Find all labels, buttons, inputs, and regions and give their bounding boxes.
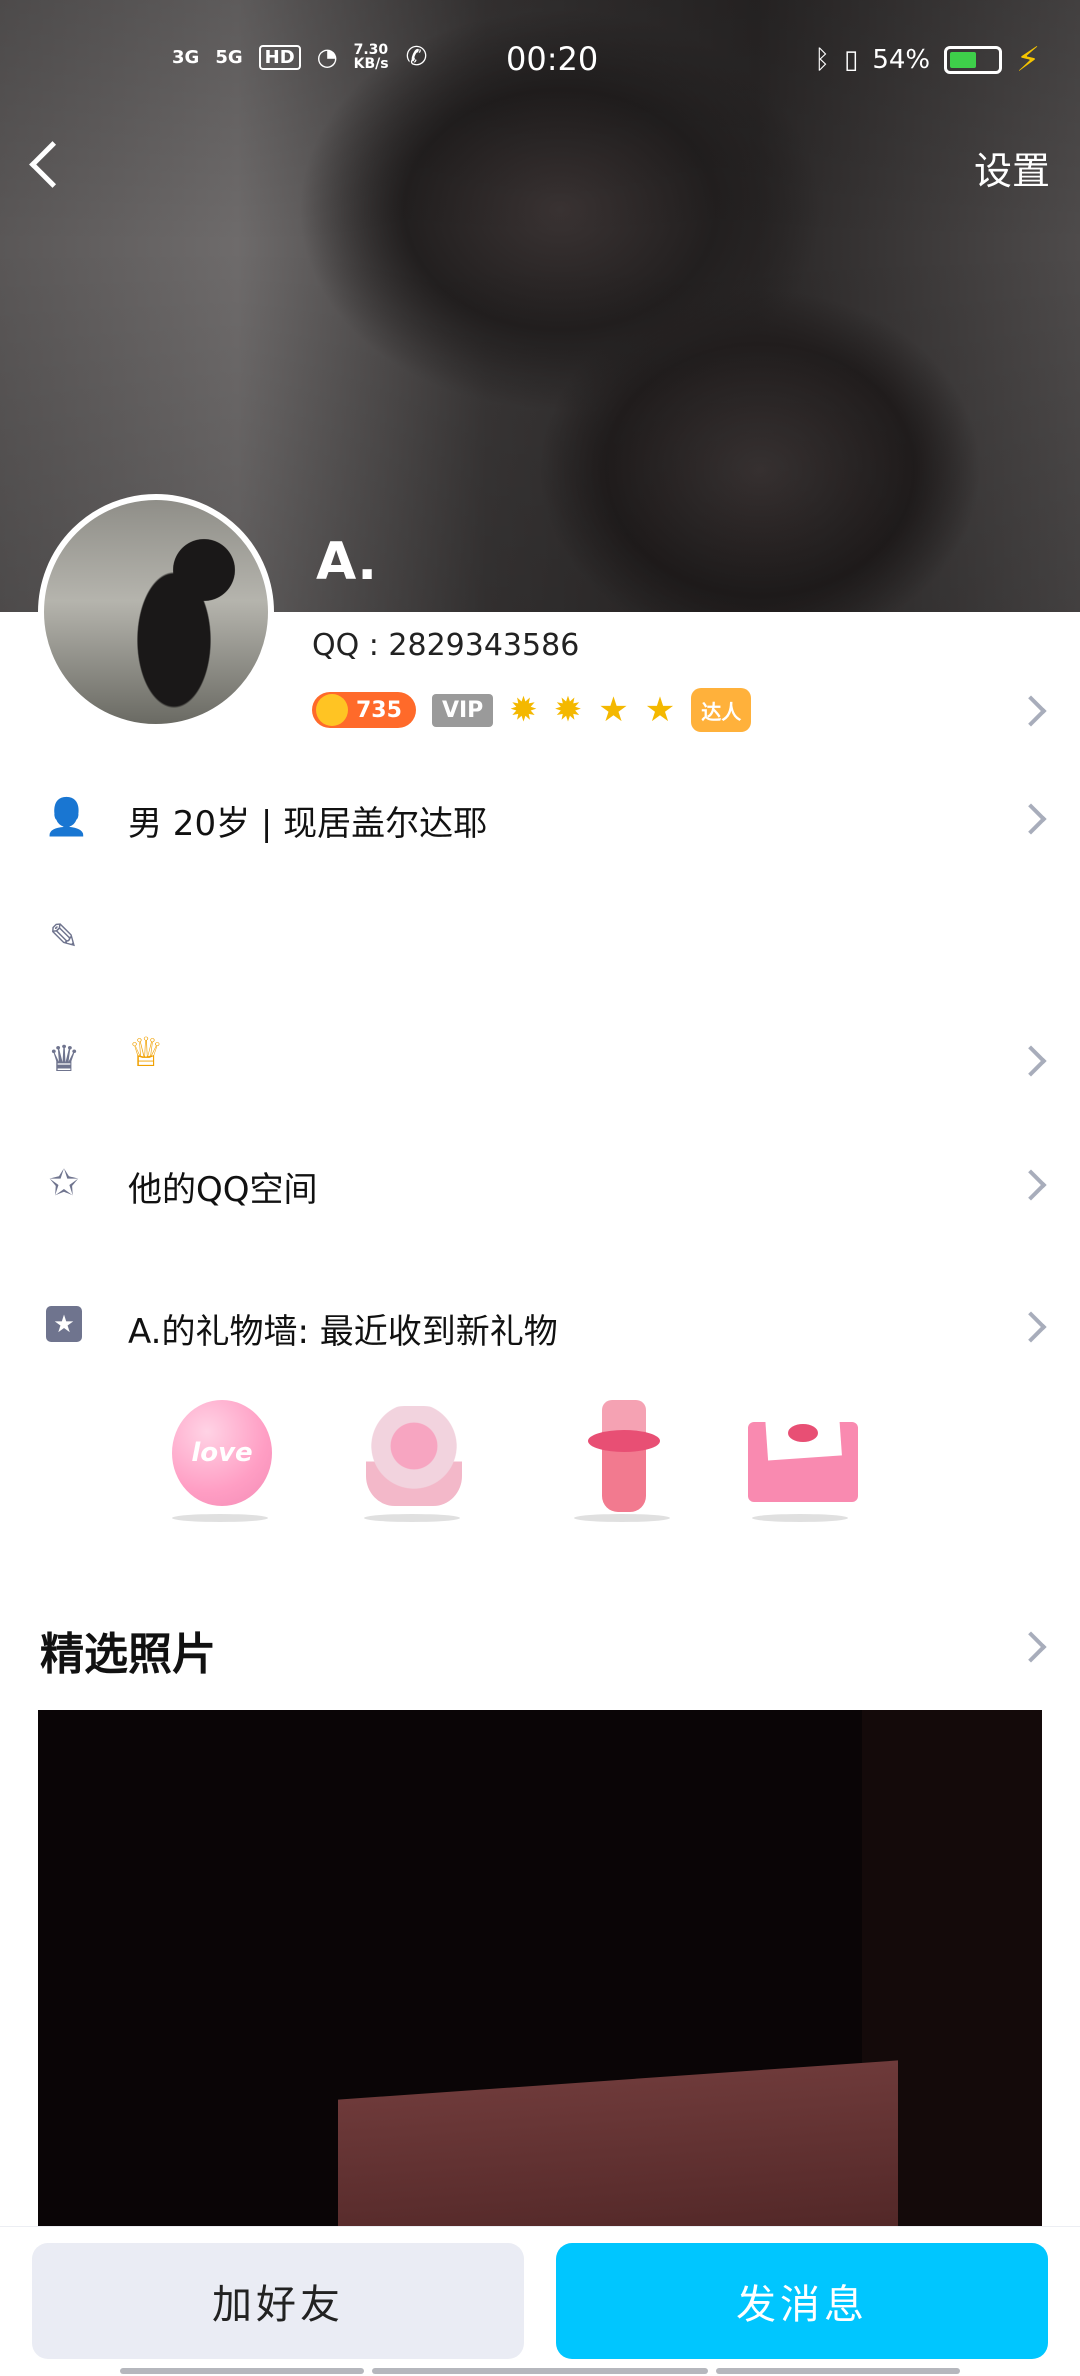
qq-number: QQ : 2829343586 <box>312 628 580 663</box>
clock: 00:20 <box>506 40 599 78</box>
star-icon: ★ <box>598 690 629 730</box>
chevron-right-icon <box>1015 1311 1047 1343</box>
chevron-right-icon[interactable] <box>1015 695 1047 727</box>
battery-icon <box>944 46 1003 74</box>
gift-balloon-text: love <box>172 1400 272 1506</box>
chevron-right-icon <box>1015 803 1047 835</box>
avatar[interactable] <box>38 494 274 730</box>
back-icon[interactable] <box>26 140 66 192</box>
sun-icon: ✹ <box>509 690 538 730</box>
chevron-right-icon <box>1015 1169 1047 1201</box>
privilege-badge-icon: ♕ <box>128 1030 164 1076</box>
wifi-icon: ◔ <box>316 43 338 71</box>
profile-page: 3G 5G HD ◔ 7.30 KB/s ✆ 00:20 ᛒ ▯ 54% ⚡ 设… <box>0 0 1080 2376</box>
signature-row[interactable]: ✎ <box>0 898 1080 978</box>
daren-badge: 达人 <box>691 688 752 732</box>
network-3g: 3G <box>172 46 200 68</box>
add-friend-button[interactable]: 加好友 <box>32 2243 524 2359</box>
settings-button[interactable]: 设置 <box>974 140 1050 195</box>
qzone-text: 他的QQ空间 <box>128 1170 318 1210</box>
featured-photos-title: 精选照片 <box>40 1629 216 1680</box>
crown-icon: ♛ <box>47 1039 81 1080</box>
gift-bottle[interactable] <box>566 1392 676 1522</box>
gift-wall-row[interactable]: A.的礼物墙: 最近收到新礼物 <box>0 1286 1080 1366</box>
coin-count: 735 <box>356 697 402 723</box>
gift-wall-text: A.的礼物墙: 最近收到新礼物 <box>128 1312 558 1352</box>
qzone-star-icon: ✩ <box>48 1163 80 1204</box>
vip-badge: VIP <box>431 693 494 727</box>
vibrate-icon: ▯ <box>844 45 859 75</box>
bottom-action-bar: 加好友 发消息 <box>0 2226 1080 2376</box>
charging-icon: ⚡ <box>1016 40 1040 80</box>
chevron-right-icon <box>1015 1045 1047 1077</box>
battery-percent: 54% <box>872 45 931 75</box>
featured-photo[interactable] <box>38 1710 1042 2230</box>
network-5g: 5G <box>215 46 243 68</box>
edit-icon: ✎ <box>48 917 80 958</box>
profile-name: A. <box>316 532 377 592</box>
gesture-bar <box>0 2366 1080 2376</box>
send-message-button[interactable]: 发消息 <box>556 2243 1048 2359</box>
privilege-row[interactable]: ♛ ♕ <box>0 1020 1080 1100</box>
level-badges[interactable]: 735 VIP ✹ ✹ ★ ★ 达人 <box>312 688 752 732</box>
hd-badge: HD <box>258 44 301 70</box>
status-bar: 3G 5G HD ◔ 7.30 KB/s ✆ 00:20 ᛒ ▯ 54% ⚡ <box>0 34 1080 94</box>
call-icon: ✆ <box>405 42 428 72</box>
gift-envelope[interactable] <box>744 1392 858 1522</box>
coin-icon <box>316 694 348 726</box>
qzone-row[interactable]: ✩ 他的QQ空间 <box>0 1144 1080 1224</box>
gift-balloon[interactable]: love <box>164 1392 274 1522</box>
coin-badge: 735 <box>312 692 416 728</box>
person-icon: 👤 <box>44 797 89 838</box>
basic-info-row[interactable]: 👤 男 20岁 | 现居盖尔达耶 <box>0 778 1080 858</box>
chevron-right-icon[interactable] <box>1015 1631 1047 1663</box>
star-icon: ★ <box>644 690 676 730</box>
gift-list: love <box>0 1392 1080 1542</box>
sun-icon: ✹ <box>553 690 583 730</box>
gift-bouquet[interactable] <box>356 1392 466 1522</box>
network-speed: 7.30 KB/s <box>353 42 389 72</box>
bluetooth-icon: ᛒ <box>814 45 831 75</box>
basic-info-text: 男 20岁 | 现居盖尔达耶 <box>128 804 488 844</box>
gift-icon <box>44 1306 84 1346</box>
